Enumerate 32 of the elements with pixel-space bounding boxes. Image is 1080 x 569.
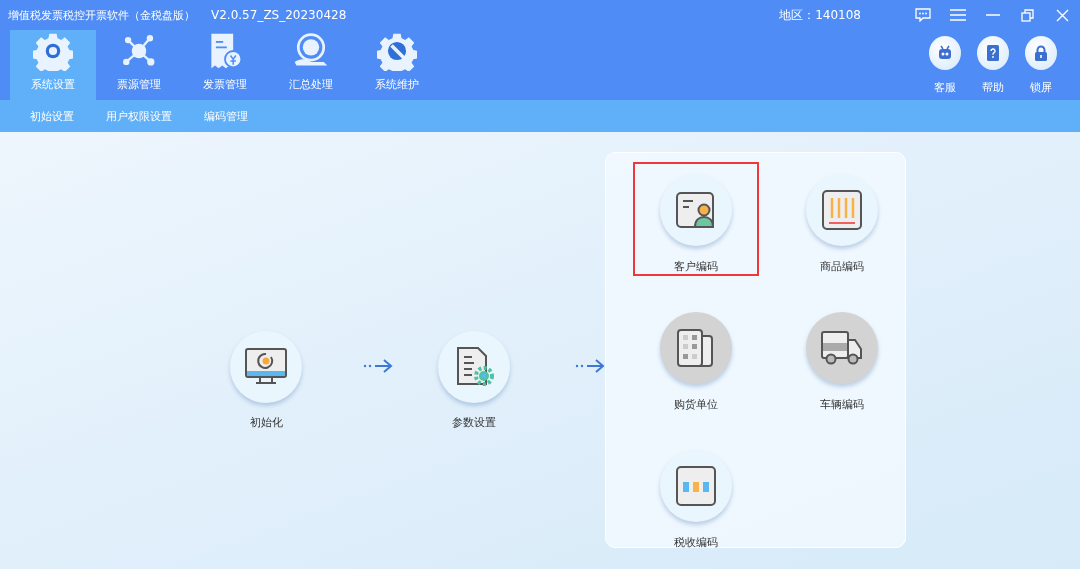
sub-tab[interactable]: 编码管理 (204, 108, 248, 124)
version-label: V2.0.57_ZS_20230428 (211, 8, 347, 22)
minimize-icon (985, 14, 1000, 16)
restore-icon (1021, 8, 1034, 22)
window-title: 增值税发票税控开票软件（金税盘版） (8, 7, 195, 23)
arrow-icon (575, 358, 605, 374)
region-label: 地区：140108 (779, 6, 861, 24)
barcode-icon (820, 188, 864, 232)
nav-tab[interactable]: 发票管理 (182, 30, 268, 100)
arrow-icon (363, 358, 393, 374)
number-tile-icon (674, 464, 718, 508)
toolbar-button[interactable]: 客服 (928, 36, 962, 100)
nav-tab[interactable]: 系统设置 (10, 30, 96, 100)
sub-tab[interactable]: 用户权限设置 (106, 108, 172, 124)
flow-step-button[interactable]: 初始化 (229, 331, 303, 430)
sub-tab[interactable]: 初始设置 (30, 108, 74, 124)
code-item-button[interactable]: 客户编码 (633, 162, 759, 276)
help-book-icon (984, 44, 1002, 62)
menu-icon (949, 9, 966, 21)
code-item-button[interactable]: 商品编码 (779, 162, 905, 276)
lock-icon (1032, 44, 1050, 62)
nav-tab[interactable]: 系统维护 (354, 30, 440, 100)
flow-step-button[interactable]: 参数设置 (437, 331, 511, 430)
chat-icon (914, 8, 931, 22)
toolbar-button[interactable]: 帮助 (976, 36, 1010, 100)
nav-tab[interactable]: 票源管理 (96, 30, 182, 100)
code-item-button[interactable]: 税收编码 (633, 438, 759, 552)
toolbar-button[interactable]: 锁屏 (1024, 36, 1058, 100)
robot-icon (936, 44, 954, 62)
nav-tab[interactable]: 汇总处理 (268, 30, 354, 100)
close-icon (1056, 8, 1069, 22)
gear-icon (33, 31, 73, 71)
